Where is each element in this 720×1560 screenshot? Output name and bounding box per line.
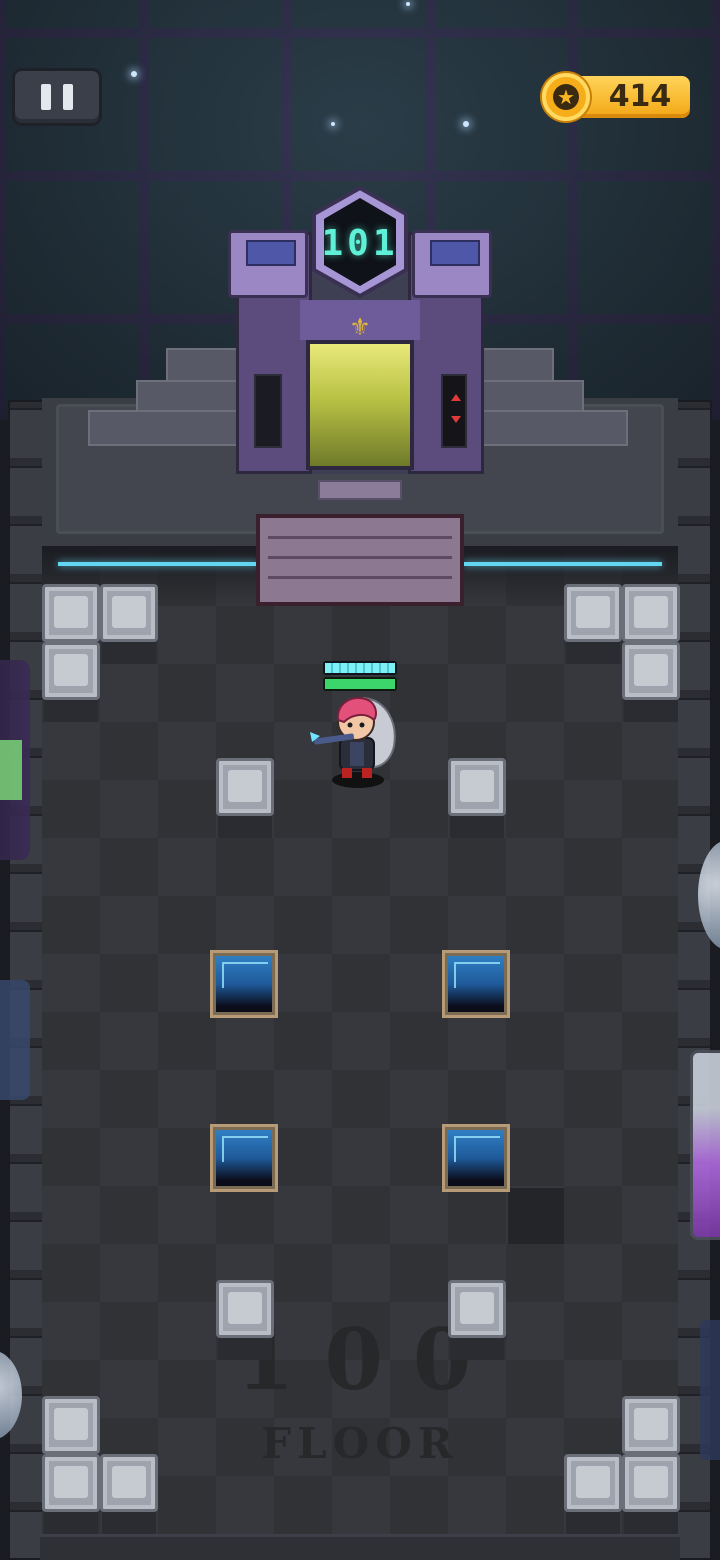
- elevator-door[interactable]: [306, 340, 414, 470]
- stone-block: [448, 1280, 506, 1338]
- vent-icon: [246, 240, 296, 266]
- elevator-call-button[interactable]: [441, 374, 467, 448]
- left-stair-top: [166, 348, 238, 384]
- stone-block: [622, 584, 680, 642]
- stone-block: [42, 642, 100, 700]
- health-bar: [323, 661, 397, 675]
- elevator-floor-number: 101: [321, 223, 399, 264]
- energy-fill: [325, 679, 395, 689]
- edge-potion-tube-right: [690, 1050, 720, 1240]
- floor-pit: [213, 1127, 275, 1189]
- floor-pit: [213, 953, 275, 1015]
- pause-icon: [63, 84, 73, 110]
- energy-bar: [323, 677, 397, 691]
- stone-block: [42, 1454, 100, 1512]
- stone-block: [622, 1454, 680, 1512]
- stone-block: [216, 1280, 274, 1338]
- game-stage[interactable]: 101 ⚜ 100 FLOOR ★ 414: [0, 0, 720, 1560]
- floor-pit: [445, 953, 507, 1015]
- right-stair-mid: [482, 380, 584, 414]
- star-icon: ★: [553, 84, 579, 110]
- bottom-wall: [40, 1534, 680, 1560]
- health-fill: [325, 663, 395, 673]
- elevator-side-panel: [254, 374, 282, 448]
- pause-button[interactable]: [12, 68, 102, 126]
- floor-word-painted: FLOOR: [261, 1419, 459, 1468]
- stone-block: [100, 584, 158, 642]
- stone-block: [448, 758, 506, 816]
- elevator-doormat: [318, 480, 402, 500]
- sparkle: [331, 122, 335, 126]
- stone-block: [622, 642, 680, 700]
- stone-block: [42, 1396, 100, 1454]
- fleur-de-lis-icon: ⚜: [349, 313, 371, 341]
- sparkle: [131, 71, 137, 77]
- vent-icon: [430, 240, 480, 266]
- left-stair-mid: [136, 380, 238, 414]
- edge-crystal-right: [700, 1320, 720, 1460]
- sparkle: [406, 2, 410, 6]
- stone-block: [622, 1396, 680, 1454]
- laser-barrier-right: [464, 562, 662, 566]
- stone-block: [564, 1454, 622, 1512]
- stone-block: [42, 584, 100, 642]
- coin-count: 414: [608, 79, 672, 114]
- stone-block: [216, 758, 274, 816]
- edge-crystal-left: [0, 980, 30, 1100]
- player-character[interactable]: [306, 692, 406, 792]
- stone-block: [564, 584, 622, 642]
- coin-icon: ★: [542, 73, 590, 121]
- floor-pit: [445, 1127, 507, 1189]
- platform-stairs: [256, 514, 464, 606]
- right-stair-low: [482, 410, 628, 446]
- edge-screen-left: [0, 740, 22, 800]
- sparkle: [463, 121, 469, 127]
- stone-block: [100, 1454, 158, 1512]
- left-stair-low: [88, 410, 238, 446]
- right-stair-top: [482, 348, 554, 384]
- pause-icon: [41, 84, 51, 110]
- dark-floor-tile: [508, 1188, 564, 1244]
- laser-barrier-left: [58, 562, 258, 566]
